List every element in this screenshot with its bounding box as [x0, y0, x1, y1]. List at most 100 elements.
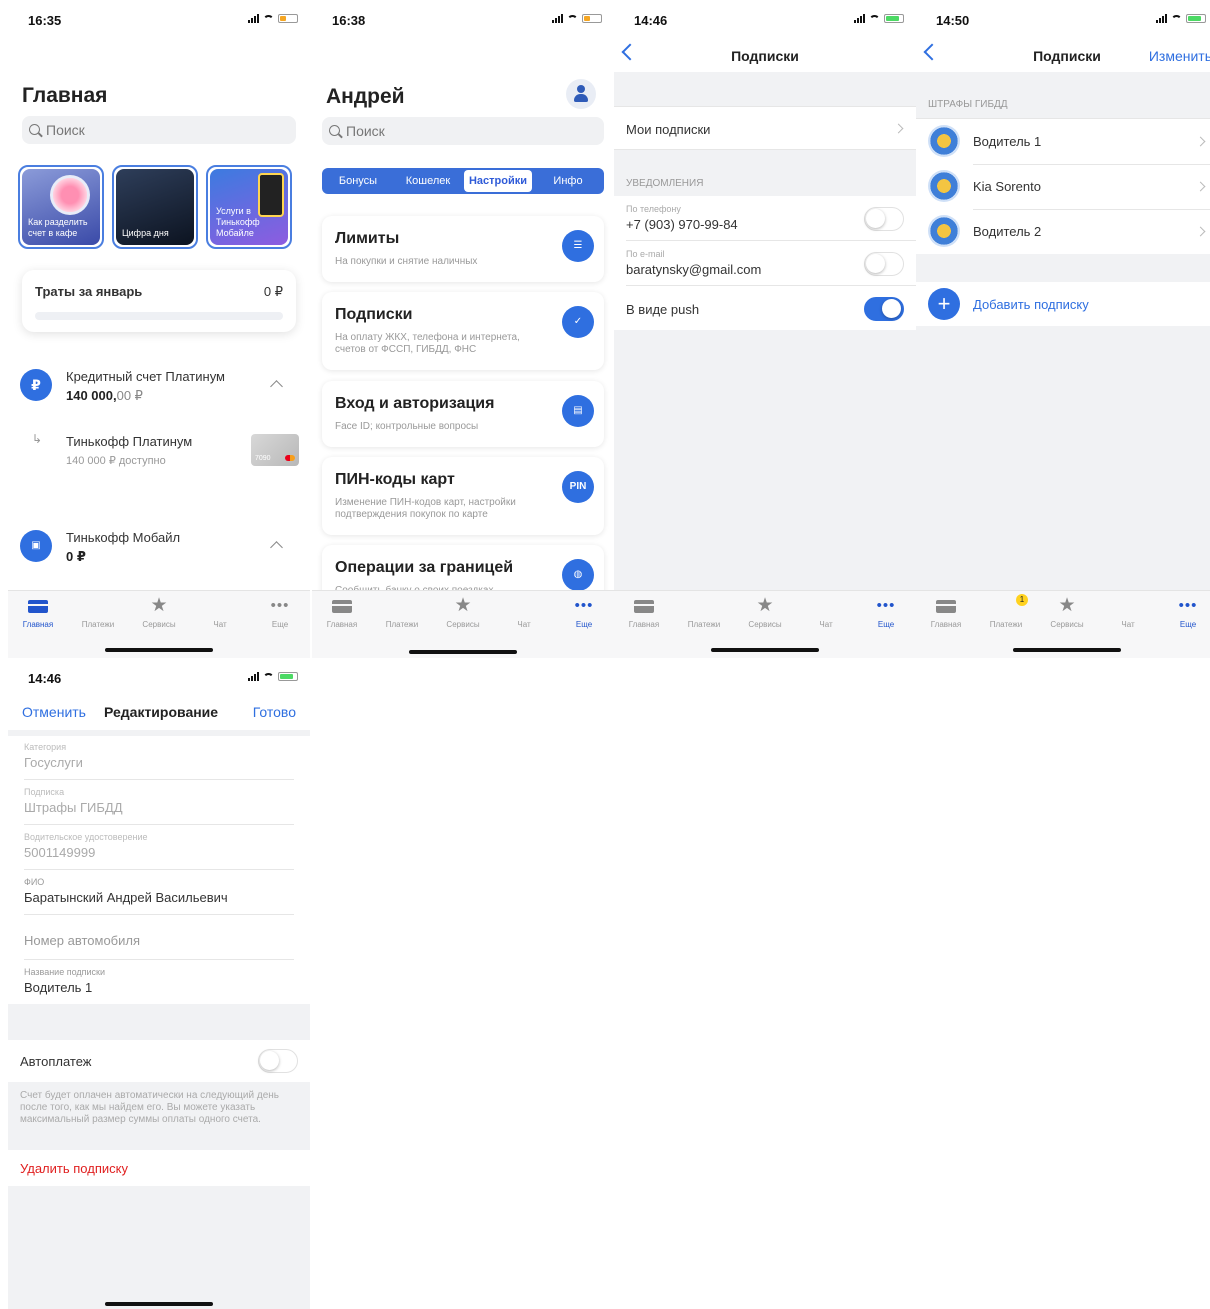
story-label: Услуги в Тинькофф Мобайле [216, 206, 260, 238]
settings-card-pin[interactable]: ПИН-коды карт Изменение ПИН-кодов карт, … [322, 457, 604, 535]
tab-home[interactable]: Главная [8, 597, 68, 629]
segmented-control: Бонусы Кошелек Настройки Инфо [322, 168, 604, 194]
tab-services[interactable]: Сервисы [433, 597, 493, 629]
status-time: 16:35 [28, 13, 62, 28]
tab-more[interactable]: Еще [554, 597, 614, 629]
limits-icon: ☰ [562, 230, 594, 262]
subscription-field: Подписка Штрафы ГИБДД [24, 787, 294, 815]
story-mobile-services[interactable]: Услуги в Тинькофф Мобайле [206, 165, 292, 249]
search-placeholder: Поиск [346, 123, 385, 139]
item-label: Водитель 2 [973, 224, 1042, 239]
autopay-note: Счет будет оплачен автоматически на след… [20, 1090, 279, 1125]
tab-home[interactable]: Главная [916, 597, 976, 629]
segment-info[interactable]: Инфо [534, 170, 602, 192]
tab-label: Чат [517, 620, 531, 629]
autopay-toggle[interactable] [258, 1049, 298, 1073]
edit-button[interactable]: Изменить [1149, 48, 1210, 64]
signal-icon [552, 14, 563, 23]
status-icons [1156, 14, 1206, 23]
add-subscription-button[interactable]: + Добавить подписку [916, 282, 1210, 326]
ruble-icon [995, 597, 1017, 615]
wifi-icon [263, 14, 274, 23]
tab-services[interactable]: Сервисы [735, 597, 795, 629]
signal-icon [854, 14, 865, 23]
card-icon [27, 597, 49, 615]
card-thumbnail: 7090 [251, 434, 299, 466]
status-time: 14:50 [936, 13, 970, 28]
tab-chat[interactable]: Чат [190, 597, 250, 629]
settings-card-subscriptions[interactable]: Подписки На оплату ЖКХ, телефона и интер… [322, 292, 604, 370]
search-input[interactable]: Поиск [22, 116, 296, 144]
settings-card-login[interactable]: Вход и авторизация Face ID; контрольные … [322, 381, 604, 447]
tab-label: Еще [877, 620, 895, 629]
done-button[interactable]: Готово [253, 704, 296, 720]
email-toggle[interactable] [864, 252, 904, 276]
card-available: 140 000 ₽ доступно [66, 455, 166, 467]
chevron-up-icon[interactable] [270, 380, 283, 393]
tab-services[interactable]: Сервисы [1037, 597, 1097, 629]
chevron-right-icon [1195, 181, 1206, 192]
delete-subscription-button[interactable]: Удалить подписку [8, 1150, 310, 1186]
story-split-bill[interactable]: Как разделить счет в кафе [18, 165, 104, 249]
search-input[interactable]: Поиск [322, 117, 604, 145]
story-digit-of-day[interactable]: Цифра дня [112, 165, 198, 249]
clipboard-icon: ✓ [562, 306, 594, 338]
ruble-icon [391, 597, 413, 615]
tab-chat[interactable]: Чат [494, 597, 554, 629]
spending-card[interactable]: Траты за январь 0 ₽ [22, 270, 296, 332]
chat-icon [1117, 597, 1139, 615]
segment-wallet[interactable]: Кошелек [394, 170, 462, 192]
page-title: Главная [22, 84, 108, 107]
subscription-name-field[interactable]: Название подписки Водитель 1 [24, 967, 294, 995]
tab-label: Платежи [687, 620, 721, 629]
more-icon [269, 597, 291, 615]
divider [24, 959, 294, 960]
license-field: Водительское удостоверение 5001149999 [24, 832, 294, 860]
gibdd-emblem-icon [928, 215, 960, 247]
status-time: 14:46 [634, 13, 668, 28]
chevron-up-icon[interactable] [270, 541, 283, 554]
status-time: 16:38 [332, 13, 366, 28]
screen-home: 16:35 Главная Поиск Как разделить счет в… [8, 0, 310, 658]
card-title: Подписки [335, 306, 413, 323]
my-subscriptions-row[interactable]: Мои подписки [614, 106, 916, 150]
divider [626, 240, 916, 241]
tab-services[interactable]: Сервисы [129, 597, 189, 629]
battery-icon [582, 14, 602, 23]
push-toggle[interactable] [864, 297, 904, 321]
settings-card-limits[interactable]: Лимиты На покупки и снятие наличных ☰ [322, 216, 604, 282]
car-number-field[interactable]: Номер автомобиля [24, 930, 294, 948]
card-title: Лимиты [335, 230, 400, 247]
battery-icon [278, 672, 298, 681]
status-bar: 14:46 [8, 658, 310, 698]
tab-chat[interactable]: Чат [796, 597, 856, 629]
story-label: Цифра дня [122, 228, 169, 238]
tab-home[interactable]: Главная [312, 597, 372, 629]
cancel-button[interactable]: Отменить [22, 704, 86, 720]
status-icons [552, 14, 602, 23]
card-last-digits: 7090 [255, 455, 271, 462]
tab-payments[interactable]: Платежи [372, 597, 432, 629]
tab-more[interactable]: Еще [250, 597, 310, 629]
chevron-right-icon [893, 123, 904, 134]
tab-more[interactable]: Еще [1158, 597, 1210, 629]
tab-payments[interactable]: 1 Платежи [976, 594, 1036, 629]
card-icon [331, 597, 353, 615]
phone-value: +7 (903) 970-99-84 [626, 217, 738, 232]
chat-icon [209, 597, 231, 615]
phone-label: По телефону [626, 204, 681, 214]
tab-label: Чат [819, 620, 833, 629]
tab-more[interactable]: Еще [856, 597, 916, 629]
phone-toggle[interactable] [864, 207, 904, 231]
tab-home[interactable]: Главная [614, 597, 674, 629]
segment-bonuses[interactable]: Бонусы [324, 170, 392, 192]
more-icon [875, 597, 897, 615]
avatar-icon[interactable] [566, 79, 596, 109]
tab-payments[interactable]: Платежи [68, 597, 128, 629]
chevron-right-icon [1195, 226, 1206, 237]
tab-payments[interactable]: Платежи [674, 597, 734, 629]
fio-field[interactable]: ФИО Баратынский Андрей Васильевич [24, 877, 294, 905]
segment-settings[interactable]: Настройки [464, 170, 532, 192]
nav-bar: Отменить Редактирование Готово [8, 698, 310, 730]
tab-chat[interactable]: Чат [1098, 597, 1158, 629]
